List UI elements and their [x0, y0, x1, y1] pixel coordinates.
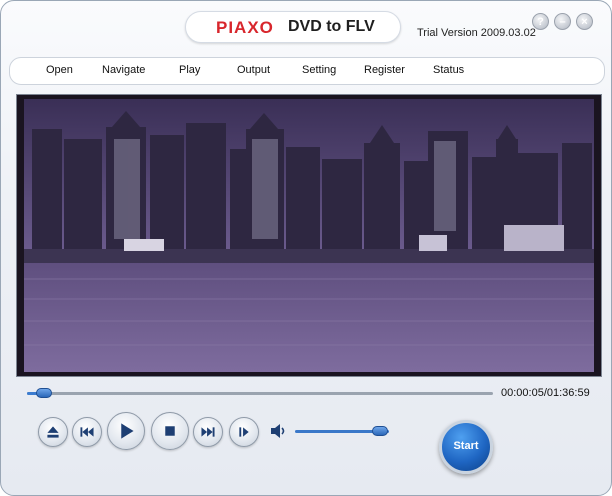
menu-item-register[interactable]: Register: [364, 64, 405, 76]
speaker-icon[interactable]: [269, 422, 289, 440]
play-icon: [121, 423, 134, 439]
menu-item-status[interactable]: Status: [433, 64, 464, 76]
stop-icon: [165, 426, 175, 436]
minimize-icon: –: [559, 16, 566, 28]
play-button[interactable]: [107, 412, 145, 450]
menu-bar: Open Navigate Play Output Setting Regist…: [9, 57, 605, 85]
volume-thumb[interactable]: [371, 426, 388, 436]
previous-button[interactable]: [72, 417, 102, 447]
close-button[interactable]: ×: [576, 13, 593, 30]
app-window: PIAXO DVD to FLV Trial Version 2009.03.0…: [0, 0, 612, 496]
eject-button[interactable]: [38, 417, 68, 447]
skip-previous-icon: [80, 427, 94, 437]
help-button[interactable]: ?: [532, 13, 549, 30]
step-forward-icon: [239, 427, 249, 437]
next-button[interactable]: [193, 417, 223, 447]
step-forward-button[interactable]: [229, 417, 259, 447]
video-frame: [16, 94, 602, 377]
skip-next-icon: [201, 427, 215, 437]
seek-bar[interactable]: [27, 388, 493, 398]
seek-thumb[interactable]: [36, 388, 53, 398]
start-button[interactable]: Start: [439, 420, 493, 474]
minimize-button[interactable]: –: [554, 13, 571, 30]
close-icon: ×: [581, 16, 588, 28]
menu-item-navigate[interactable]: Navigate: [102, 64, 145, 76]
stop-button[interactable]: [151, 412, 189, 450]
volume-slider[interactable]: [295, 426, 389, 436]
menu-item-setting[interactable]: Setting: [302, 64, 336, 76]
time-display: 00:00:05/01:36:59: [501, 387, 590, 399]
help-icon: ?: [537, 16, 544, 28]
version-label: Trial Version 2009.03.02: [417, 27, 536, 39]
menu-item-open[interactable]: Open: [46, 64, 73, 76]
menu-item-output[interactable]: Output: [237, 64, 270, 76]
menu-item-play[interactable]: Play: [179, 64, 200, 76]
eject-icon: [47, 426, 59, 438]
start-label: Start: [453, 440, 479, 452]
title-banner: PIAXO DVD to FLV: [185, 11, 401, 43]
app-title: DVD to FLV: [288, 18, 375, 35]
app-logo: PIAXO: [216, 18, 274, 37]
video-preview: [24, 99, 594, 372]
